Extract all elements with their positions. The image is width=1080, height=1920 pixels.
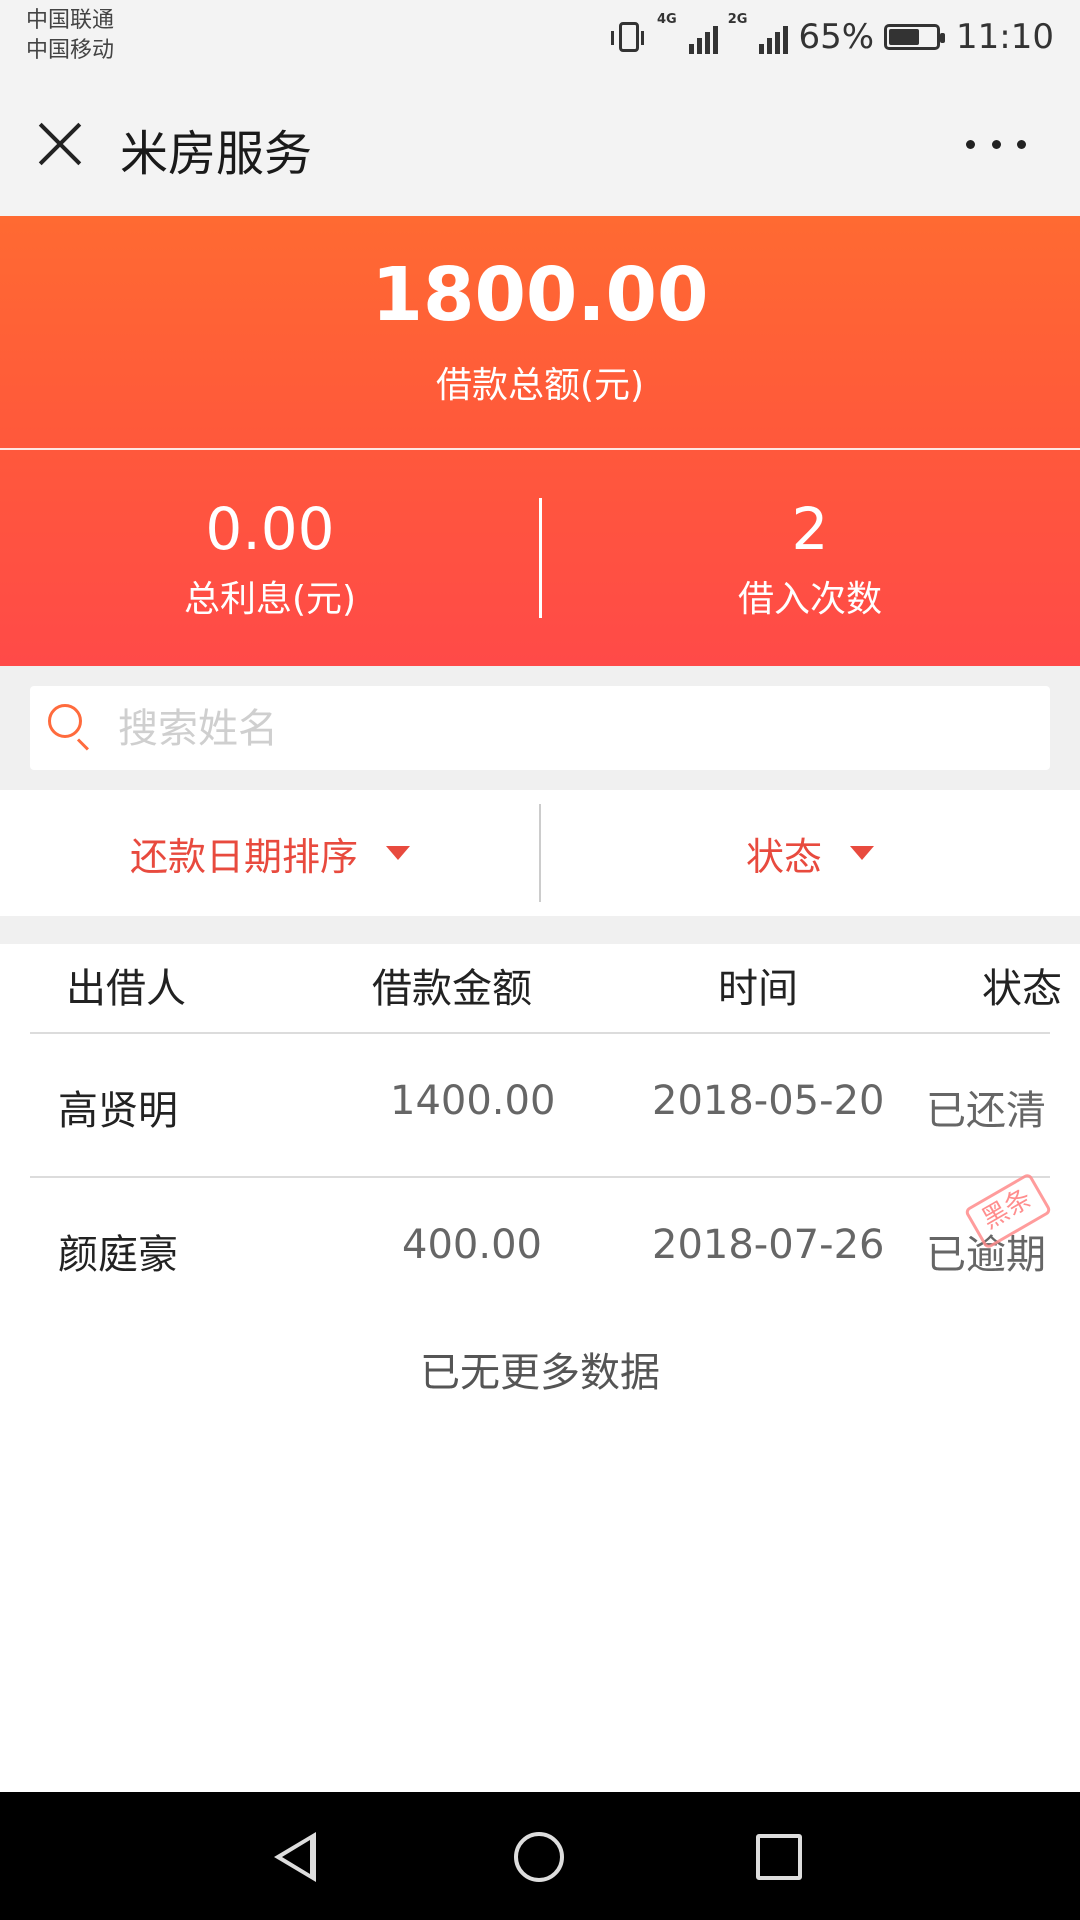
loan-amount: 1400.00	[390, 1078, 556, 1124]
network-type-1: 4G	[657, 12, 677, 27]
more-icon[interactable]	[966, 132, 1026, 156]
sort-label: 还款日期排序	[129, 834, 358, 879]
filter-bar: 还款日期排序 状态	[0, 790, 1080, 916]
sort-by-repayment-date-dropdown[interactable]: 还款日期排序	[0, 790, 540, 916]
nav-back-icon[interactable]	[274, 1832, 316, 1882]
status-bar: 中国联通 中国移动 4G 2G 65% 11:10	[0, 0, 1080, 72]
search-box[interactable]	[30, 686, 1050, 770]
carrier-1: 中国联通	[26, 8, 115, 33]
header-status: 状态	[982, 966, 1062, 1012]
interest-stat: 0.00 总利息(元)	[0, 494, 540, 622]
loan-status: 已还清	[926, 1088, 1046, 1134]
loan-date: 2018-07-26	[652, 1222, 885, 1268]
table-row[interactable]: 颜庭豪 400.00 2018-07-26 已逾期 黑条	[0, 1172, 1080, 1320]
caret-down-icon	[386, 846, 410, 860]
page-title: 米房服务	[120, 126, 313, 182]
header-amount: 借款金额	[372, 966, 532, 1012]
table-header: 出借人 借款金额 时间 状态	[0, 944, 1080, 1034]
carrier-info: 中国联通 中国移动	[26, 6, 114, 66]
nav-home-icon[interactable]	[514, 1832, 564, 1882]
header-time: 时间	[718, 966, 798, 1012]
status-icons: 4G 2G 65% 11:10	[611, 12, 1054, 62]
signal-icon	[688, 20, 718, 54]
lender-name: 颜庭豪	[58, 1232, 178, 1278]
carrier-2: 中国移动	[26, 38, 115, 63]
search-area	[0, 666, 1080, 790]
signal-icon	[759, 20, 789, 54]
search-icon	[48, 704, 94, 751]
nav-recent-icon[interactable]	[756, 1834, 802, 1880]
status-filter-label: 状态	[745, 834, 822, 879]
status-filter-dropdown[interactable]: 状态	[540, 790, 1080, 916]
title-bar: 米房服务	[0, 72, 1080, 216]
system-nav-bar	[0, 1792, 1080, 1920]
borrow-count-label: 借入次数	[737, 579, 882, 620]
battery-icon	[884, 24, 946, 50]
no-more-data-text: 已无更多数据	[420, 1350, 660, 1396]
total-amount: 1800.00	[371, 252, 709, 338]
section-gap	[0, 916, 1080, 944]
loan-summary: 1800.00 借款总额(元) 0.00 总利息(元) 2 借入次数	[0, 216, 1080, 666]
interest-label: 总利息(元)	[183, 579, 357, 620]
divider	[0, 448, 1080, 450]
loan-date: 2018-05-20	[652, 1078, 885, 1124]
loan-amount: 400.00	[402, 1222, 542, 1268]
search-input[interactable]	[116, 696, 1020, 762]
header-lender: 出借人	[66, 966, 186, 1012]
clock: 11:10	[956, 17, 1054, 57]
total-amount-label: 借款总额(元)	[435, 365, 645, 406]
borrow-count-stat: 2 借入次数	[540, 494, 1080, 622]
network-type-2: 2G	[727, 12, 748, 27]
close-icon[interactable]	[34, 118, 86, 170]
table-row[interactable]: 高贤明 1400.00 2018-05-20 已还清	[0, 1034, 1080, 1176]
interest-value: 0.00	[205, 495, 335, 563]
vibrate-icon	[611, 22, 644, 52]
battery-percent: 65%	[798, 17, 875, 57]
lender-name: 高贤明	[58, 1088, 178, 1134]
borrow-count-value: 2	[791, 495, 829, 563]
caret-down-icon	[850, 846, 874, 860]
